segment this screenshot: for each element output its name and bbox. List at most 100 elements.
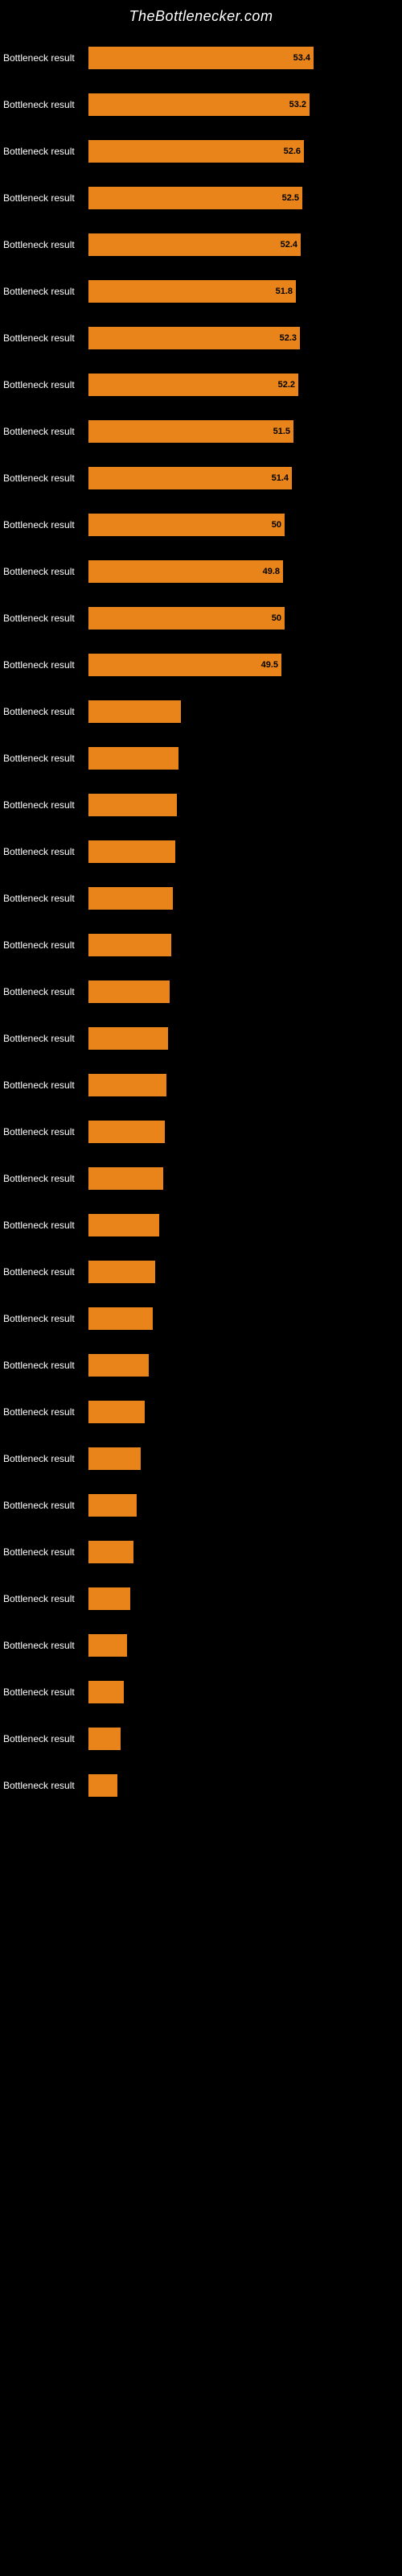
bar-wrapper: 51.4 [88,467,402,489]
bar-wrapper [88,700,402,723]
bar-row: Bottleneck result 51.4 [0,463,402,493]
bar-row: Bottleneck result [0,1490,402,1521]
bar-fill: 50 [88,514,285,536]
bar-row: Bottleneck result [0,1770,402,1801]
bar-wrapper [88,840,402,863]
bar-label: Bottleneck result [0,1033,88,1044]
bar-wrapper [88,1214,402,1236]
bar-label: Bottleneck result [0,332,88,344]
bar-row: Bottleneck result [0,1117,402,1147]
bar-fill: 49.5 [88,654,281,676]
bar-row: Bottleneck result [0,696,402,727]
bar-fill [88,1634,127,1657]
bar-wrapper [88,1401,402,1423]
bar-row: Bottleneck result [0,836,402,867]
bar-wrapper [88,1774,402,1797]
bar-row: Bottleneck result [0,1257,402,1287]
chart-container: Bottleneck result 53.4 Bottleneck result 53… [0,31,402,1822]
bar-value: 50 [272,520,281,530]
bar-fill: 52.2 [88,374,298,396]
bar-label: Bottleneck result [0,1080,88,1091]
bar-label: Bottleneck result [0,426,88,437]
bar-value: 52.4 [281,240,297,250]
bar-fill: 50 [88,607,285,630]
bar-value: 49.5 [261,660,278,670]
bar-fill [88,1494,137,1517]
bar-value: 49.8 [263,567,280,576]
bar-row: Bottleneck result [0,743,402,774]
bar-value: 52.2 [278,380,295,390]
bar-wrapper [88,1354,402,1377]
bar-row: Bottleneck result [0,1303,402,1334]
bar-wrapper: 49.5 [88,654,402,676]
bar-row: Bottleneck result [0,930,402,960]
bar-fill [88,934,171,956]
bar-wrapper: 52.6 [88,140,402,163]
bar-wrapper [88,1307,402,1330]
bar-label: Bottleneck result [0,893,88,904]
bar-fill [88,1774,117,1797]
bar-row: Bottleneck result [0,1350,402,1381]
bar-fill [88,1728,121,1750]
bar-label: Bottleneck result [0,753,88,764]
bar-label: Bottleneck result [0,1546,88,1558]
bar-label: Bottleneck result [0,1780,88,1791]
bar-label: Bottleneck result [0,473,88,484]
bar-value: 51.8 [276,287,293,296]
bar-fill [88,1354,149,1377]
bar-value: 53.4 [293,53,310,63]
bar-wrapper: 49.8 [88,560,402,583]
bar-row: Bottleneck result [0,1537,402,1567]
bar-value: 52.3 [280,333,297,343]
bar-fill [88,747,178,770]
bar-wrapper [88,1027,402,1050]
bar-wrapper [88,1261,402,1283]
bar-wrapper: 51.5 [88,420,402,443]
bar-label: Bottleneck result [0,192,88,204]
bar-label: Bottleneck result [0,1406,88,1418]
bar-label: Bottleneck result [0,379,88,390]
bar-value: 53.2 [289,100,306,109]
bar-label: Bottleneck result [0,52,88,64]
bar-fill [88,887,173,910]
bar-fill [88,1447,141,1470]
bar-fill [88,1307,153,1330]
bar-row: Bottleneck result [0,1583,402,1614]
bar-fill [88,1261,155,1283]
bar-fill [88,1167,163,1190]
bar-fill: 53.2 [88,93,310,116]
bar-wrapper: 52.4 [88,233,402,256]
bar-wrapper [88,747,402,770]
bar-row: Bottleneck result50 [0,603,402,634]
bar-row: Bottleneck result51.5 [0,416,402,447]
bar-row: Bottleneck result [0,1210,402,1241]
bar-fill: 52.5 [88,187,302,209]
bar-label: Bottleneck result [0,1173,88,1184]
bar-wrapper [88,1587,402,1610]
bar-label: Bottleneck result [0,939,88,951]
bar-value: 51.4 [272,473,289,483]
bar-wrapper [88,1681,402,1703]
bar-row: Bottleneck result [0,883,402,914]
bar-label: Bottleneck result [0,1126,88,1137]
bar-wrapper [88,1167,402,1190]
bar-fill [88,1074,166,1096]
bar-wrapper [88,1447,402,1470]
bar-fill: 51.5 [88,420,293,443]
bar-fill [88,1681,124,1703]
bar-fill [88,1027,168,1050]
bar-row: Bottleneck result [0,1724,402,1754]
bar-row: Bottleneck result [0,1023,402,1054]
bar-row: Bottleneck result [0,976,402,1007]
bar-fill [88,700,181,723]
bar-label: Bottleneck result [0,1313,88,1324]
bar-wrapper [88,1541,402,1563]
bar-label: Bottleneck result [0,1640,88,1651]
bar-fill [88,1214,159,1236]
bar-wrapper: 52.2 [88,374,402,396]
bar-label: Bottleneck result [0,1593,88,1604]
bar-wrapper: 53.4 [88,47,402,69]
bar-row: Bottleneck result 52.3 [0,323,402,353]
bar-label: Bottleneck result [0,1686,88,1698]
bar-fill [88,1541,133,1563]
